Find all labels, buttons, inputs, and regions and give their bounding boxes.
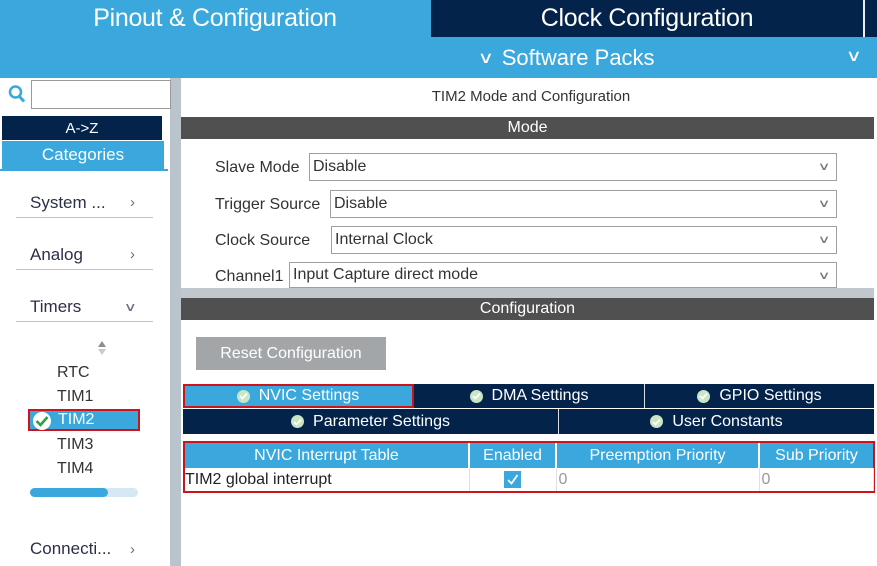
timer-label: TIM2 [58, 411, 95, 428]
check-circle-icon [291, 415, 305, 428]
tab-label: NVIC Settings [258, 387, 360, 404]
slave-mode-label: Slave Mode [215, 159, 300, 176]
column-header-interrupt[interactable]: NVIC Interrupt Table [185, 443, 470, 468]
check-circle-icon [469, 389, 483, 403]
tab-label: User Constants [672, 412, 783, 430]
table-row[interactable]: TIM2 global interrupt 0 0 [185, 468, 874, 491]
timer-item-tim1[interactable]: TIM1 [57, 388, 93, 406]
tab-user-constants[interactable]: User Constants [559, 409, 874, 434]
search-input[interactable] [31, 80, 171, 109]
check-circle-icon [697, 389, 711, 403]
category-label: Analog [30, 244, 83, 264]
category-analog[interactable]: Analog › [16, 240, 153, 270]
chevron-down-icon: ∨ [477, 50, 495, 67]
timer-item-tim4[interactable]: TIM4 [57, 460, 93, 478]
mode-section-header: Mode [181, 117, 874, 139]
select-value: Internal Clock [335, 231, 433, 248]
horizontal-scrollbar[interactable] [30, 488, 138, 497]
category-label: System ... [30, 192, 106, 212]
category-system[interactable]: System ... › [16, 188, 153, 218]
check-circle-icon [650, 415, 664, 428]
chevron-right-icon: › [130, 194, 135, 211]
search-icon[interactable] [8, 84, 26, 104]
configuration-section-header: Configuration [181, 298, 874, 320]
timer-item-tim2[interactable]: TIM2 [28, 409, 140, 431]
software-packs-label: Software Packs [501, 45, 655, 70]
trigger-source-select[interactable]: Disable ∨ [330, 190, 837, 218]
chevron-down-icon: ∨ [124, 299, 138, 314]
categories-button[interactable]: Categories [2, 141, 164, 170]
chevron-right-icon: › [130, 246, 135, 263]
sub-priority-cell[interactable]: 0 [759, 468, 874, 491]
tab-dma-settings[interactable]: DMA Settings [414, 384, 645, 408]
tab-pinout-configuration[interactable]: Pinout & Configuration [0, 0, 430, 37]
tab-nvic-settings[interactable]: NVIC Settings [183, 384, 414, 408]
chevron-down-icon: ∨ [817, 234, 831, 246]
category-label: Timers [30, 296, 82, 316]
checkmark-icon [507, 474, 519, 485]
tab-parameter-settings[interactable]: Parameter Settings [183, 409, 559, 434]
tab-label: GPIO Settings [719, 387, 822, 404]
categories-underline [0, 169, 168, 171]
check-circle-icon [33, 412, 51, 430]
check-circle-icon [236, 389, 250, 403]
tab-label: DMA Settings [491, 387, 589, 404]
scroll-arrows-icon[interactable] [97, 339, 107, 357]
chevron-down-icon: ∨ [817, 270, 831, 282]
column-header-preemption-priority[interactable]: Preemption Priority [556, 443, 760, 468]
channel1-select[interactable]: Input Capture direct mode ∨ [289, 262, 837, 288]
preemption-priority-cell[interactable]: 0 [556, 468, 760, 491]
chevron-down-icon: ∨ [817, 198, 831, 210]
interrupt-name: TIM2 global interrupt [185, 468, 470, 491]
select-value: Disable [313, 158, 367, 175]
tab-gpio-settings[interactable]: GPIO Settings [645, 384, 874, 408]
enabled-checkbox[interactable] [504, 470, 521, 488]
clock-source-label: Clock Source [215, 232, 311, 249]
select-value: Disable [334, 195, 388, 212]
nvic-interrupt-table: NVIC Interrupt Table Enabled Preemption … [183, 441, 875, 493]
category-connectivity[interactable]: Connecti... › [16, 534, 153, 564]
column-header-sub-priority[interactable]: Sub Priority [759, 443, 873, 468]
tab-clock-configuration[interactable]: Clock Configuration [431, 0, 863, 37]
page-title: TIM2 Mode and Configuration [431, 88, 631, 105]
config-tabs-row-1: NVIC Settings DMA Settings GPIO Settings [183, 384, 874, 408]
software-packs-menu[interactable]: ∨ Software Packs [477, 43, 655, 73]
channel1-label: Channel1 [215, 268, 284, 285]
chevron-down-icon[interactable]: ∨ [846, 46, 862, 66]
chevron-down-icon: ∨ [817, 161, 831, 173]
select-value: Input Capture direct mode [293, 266, 478, 283]
scrollbar-thumb[interactable] [30, 488, 108, 497]
category-timers[interactable]: Timers ∨ [16, 292, 153, 322]
clock-source-select[interactable]: Internal Clock ∨ [331, 226, 837, 254]
slave-mode-select[interactable]: Disable ∨ [309, 153, 837, 181]
trigger-source-label: Trigger Source [215, 196, 321, 213]
reset-configuration-button[interactable]: Reset Configuration [196, 337, 386, 370]
tab-label: Parameter Settings [313, 412, 450, 430]
chevron-right-icon: › [130, 540, 135, 558]
sidebar-splitter[interactable] [170, 78, 181, 566]
table-header-row: NVIC Interrupt Table Enabled Preemption … [185, 443, 873, 468]
category-label: Connecti... [30, 539, 112, 558]
column-header-enabled[interactable]: Enabled [469, 443, 557, 468]
tab-next-partial[interactable] [865, 0, 877, 37]
enabled-cell [469, 468, 557, 491]
timer-item-rtc[interactable]: RTC [57, 364, 90, 382]
panel-splitter[interactable] [181, 288, 874, 298]
config-tabs-row-2: Parameter Settings User Constants [183, 409, 874, 434]
sort-az-button[interactable]: A->Z [2, 116, 162, 140]
timer-item-tim3[interactable]: TIM3 [57, 436, 93, 454]
